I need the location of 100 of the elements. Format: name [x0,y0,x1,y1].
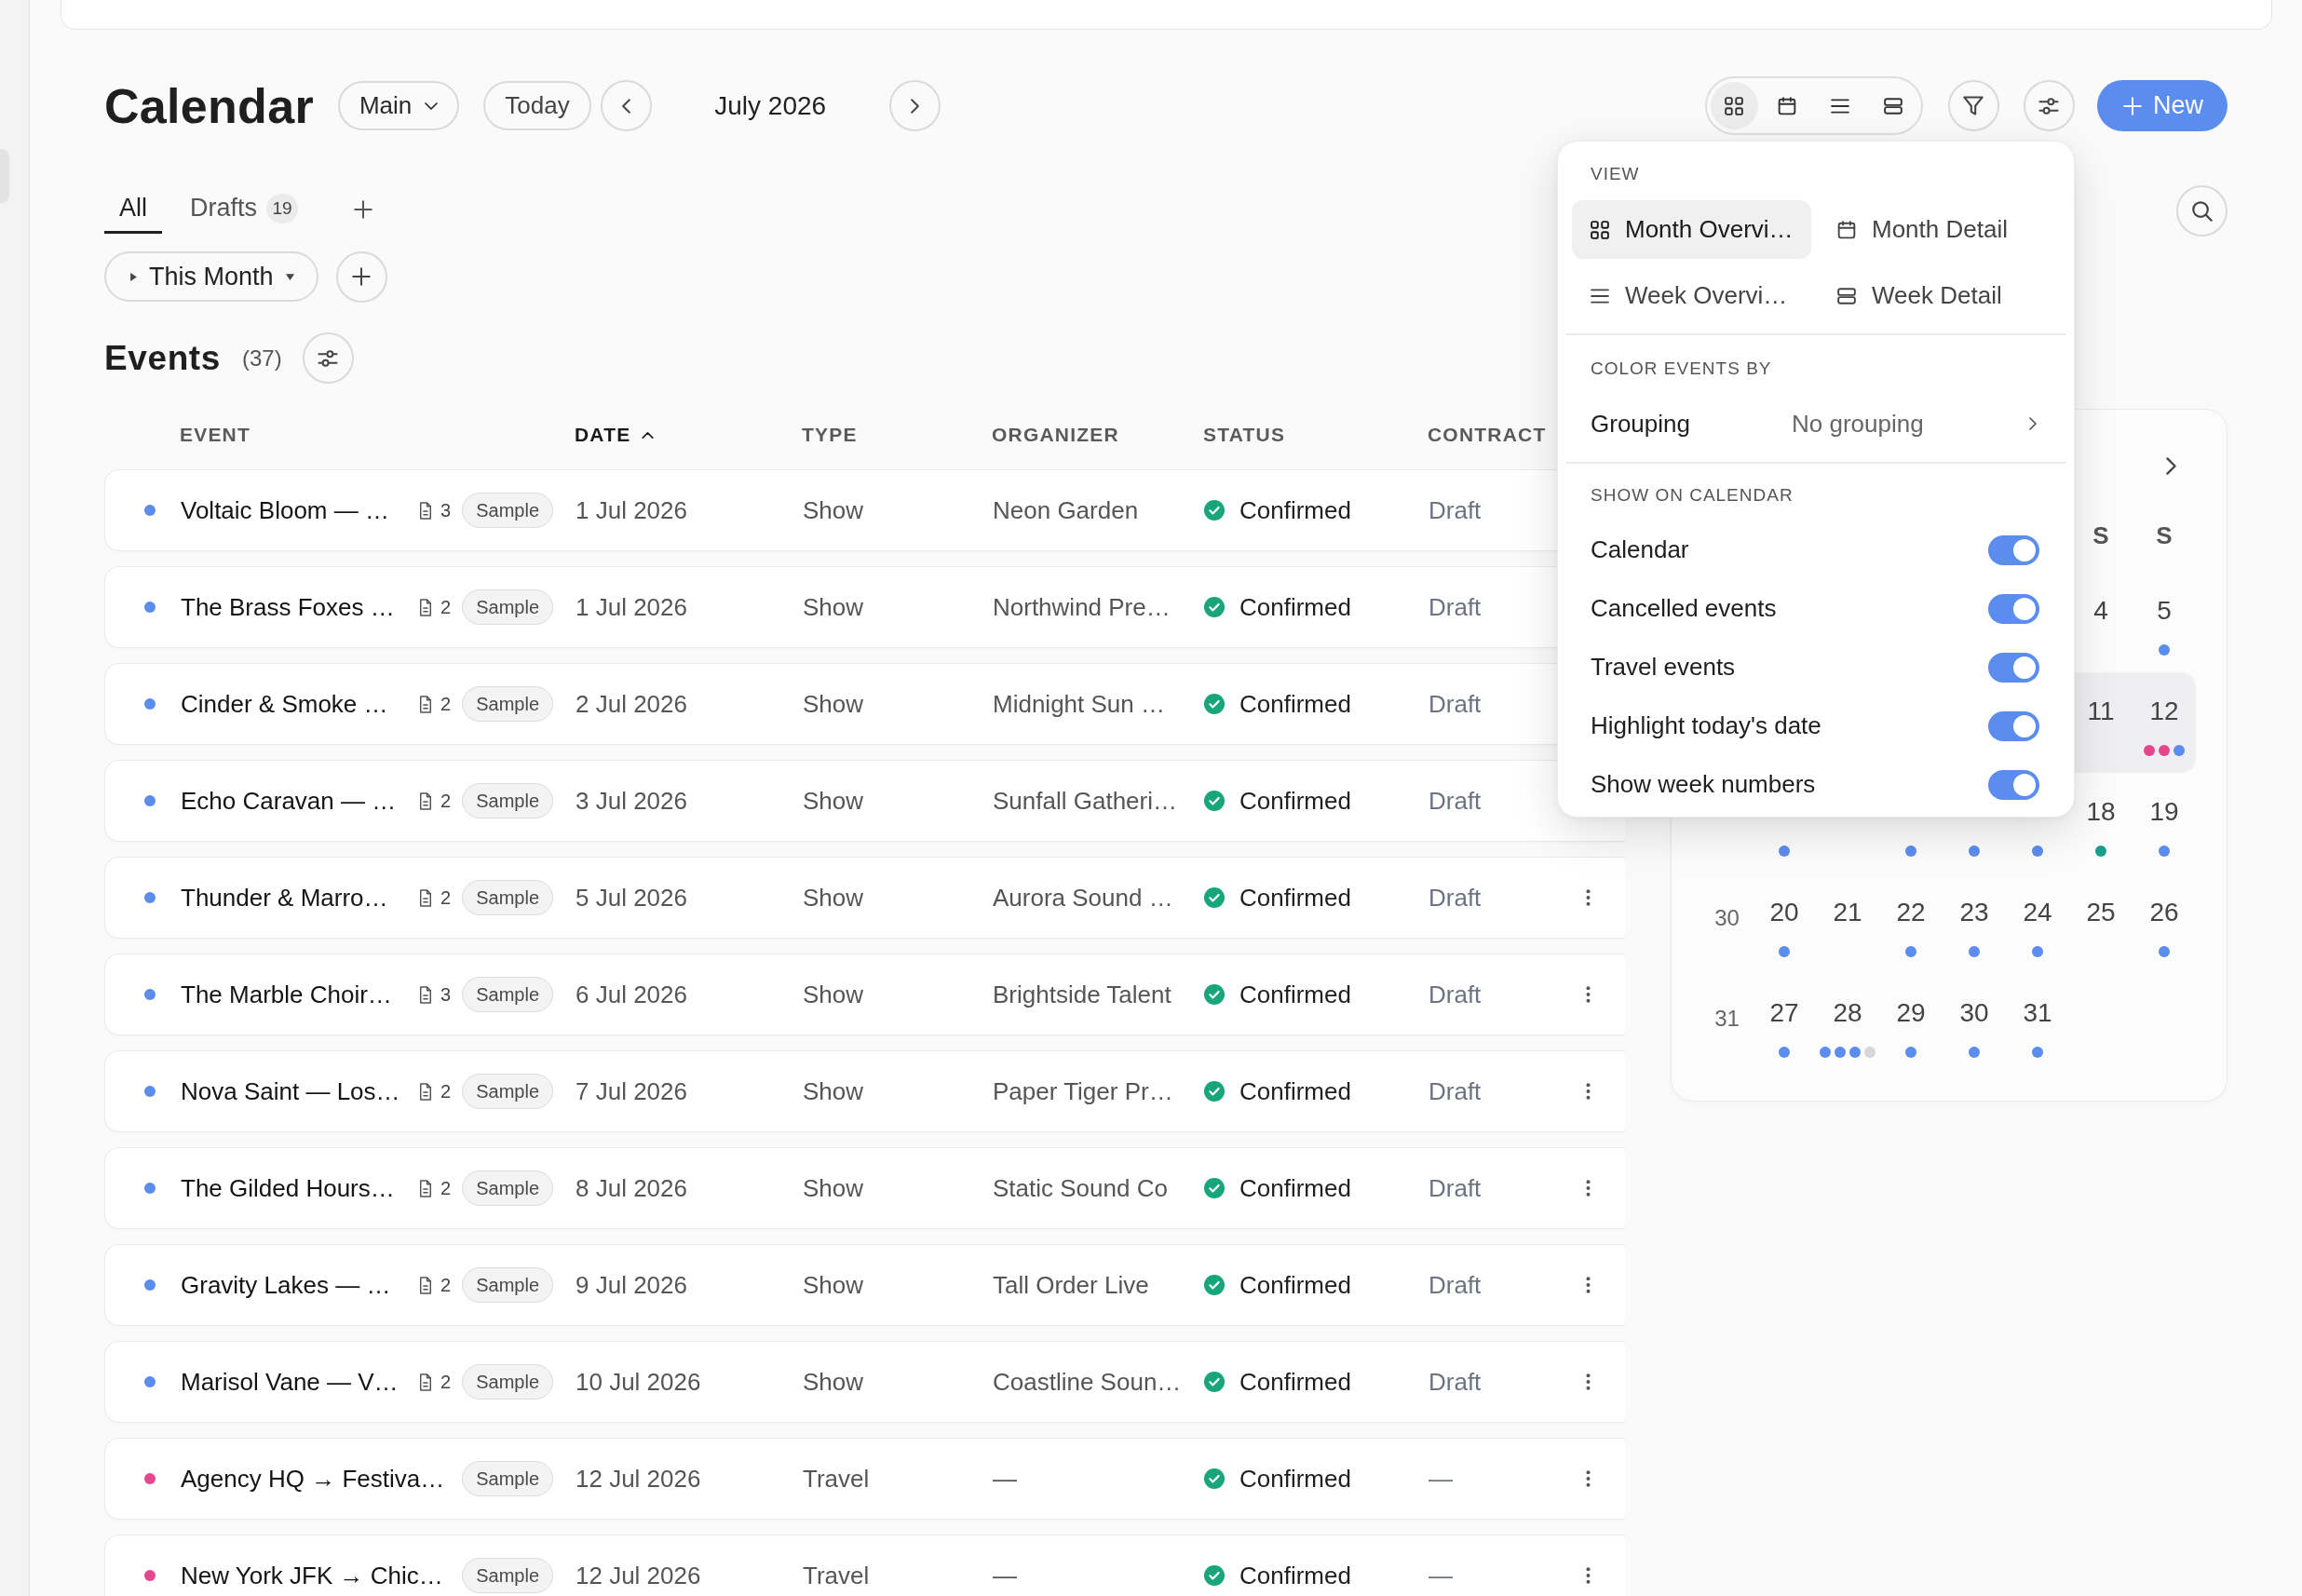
file-count: 2 [440,1080,452,1102]
event-name: The Marble Choir… [181,980,392,1009]
event-date: 3 Jul 2026 [576,786,687,816]
file-count: 3 [440,499,452,521]
sample-tag: Sample [462,1461,553,1496]
event-date: 12 Jul 2026 [576,1561,701,1590]
status-text: Confirmed [1239,786,1351,816]
organizer-name: Northwind Pre… [993,592,1171,622]
event-date: 2 Jul 2026 [576,689,687,719]
status-text: Confirmed [1239,1367,1351,1397]
status-text: Confirmed [1239,592,1351,622]
status-text: Confirmed [1239,495,1351,525]
event-type: Show [803,689,864,719]
event-date: 10 Jul 2026 [576,1367,701,1397]
organizer-name: Tall Order Live [993,1270,1149,1300]
file-count: 2 [440,1177,452,1199]
event-type: Show [803,1270,864,1300]
event-type: Show [803,786,864,816]
sample-tag: Sample [462,589,553,625]
contract-status: — [1429,1561,1453,1590]
contract-status: Draft [1429,1173,1482,1203]
week-number: 30 [1714,905,1740,931]
sample-tag: Sample [462,1267,553,1303]
event-name: Cinder & Smoke … [181,689,388,719]
event-type: Show [803,1173,864,1203]
organizer-name: Paper Tiger Pr… [993,1076,1173,1106]
contract-status: Draft [1429,786,1482,816]
event-type: Show [803,980,864,1009]
contract-status: Draft [1429,1270,1482,1300]
week-number: 31 [1714,1006,1740,1032]
organizer-name: Midnight Sun … [993,689,1165,719]
event-date: 1 Jul 2026 [576,592,687,622]
contract-status: Draft [1429,495,1482,525]
event-date: 1 Jul 2026 [576,495,687,525]
sample-tag: Sample [462,880,553,915]
event-type: Travel [803,1561,870,1590]
file-count: 2 [440,886,452,909]
contract-status: Draft [1429,689,1482,719]
sample-tag: Sample [462,1170,553,1206]
count-badge: 19 [266,193,299,223]
status-text: Confirmed [1239,1464,1351,1494]
event-type: Show [803,883,864,913]
event-name: New York JFK → Chic… [181,1561,443,1590]
organizer-name: Static Sound Co [993,1173,1168,1203]
event-name: Voltaic Bloom — … [181,495,389,525]
section-label: COLOR EVENTS BY [1591,358,1772,380]
status-text: Confirmed [1239,689,1351,719]
status-text: Confirmed [1239,1076,1351,1106]
event-date: 12 Jul 2026 [576,1464,701,1494]
file-count: 2 [440,1274,452,1296]
contract-status: Draft [1429,592,1482,622]
sample-tag: Sample [462,1364,553,1400]
event-date: 8 Jul 2026 [576,1173,687,1203]
event-date: 5 Jul 2026 [576,883,687,913]
weekday-label: S [2092,521,2109,550]
event-count: (37) [241,345,282,372]
event-date: 7 Jul 2026 [576,1076,687,1106]
sample-tag: Sample [462,1074,553,1109]
organizer-name: Aurora Sound … [993,883,1173,913]
organizer-name: — [993,1464,1017,1494]
event-name: Thunder & Marro… [181,883,388,913]
section-label: VIEW [1591,163,1640,185]
status-text: Confirmed [1239,980,1351,1009]
file-count: 2 [440,790,452,812]
event-type: Show [803,1076,864,1106]
event-type: Travel [803,1464,870,1494]
section-title: Events [104,341,221,375]
event-name: The Brass Foxes … [181,592,395,622]
event-name: The Gilded Hours… [181,1173,395,1203]
file-count: 2 [440,693,452,715]
status-text: Confirmed [1239,1173,1351,1203]
event-date: 9 Jul 2026 [576,1270,687,1300]
event-name: Marisol Vane — V… [181,1367,399,1397]
status-text: Confirmed [1239,1561,1351,1590]
event-name: Echo Caravan — … [181,786,397,816]
status-text: Confirmed [1239,1270,1351,1300]
sample-tag: Sample [462,686,553,722]
event-name: Nova Saint — Los… [181,1076,400,1106]
organizer-name: Coastline Soun… [993,1367,1182,1397]
contract-status: — [1429,1464,1453,1494]
organizer-name: — [993,1561,1017,1590]
sample-tag: Sample [462,493,553,528]
organizer-name: Sunfall Gatheri… [993,786,1177,816]
organizer-name: Brightside Talent [993,980,1171,1009]
contract-status: Draft [1429,980,1482,1009]
sample-tag: Sample [462,1558,553,1593]
contract-status: Draft [1429,1367,1482,1397]
sample-tag: Sample [462,977,553,1012]
status-text: Confirmed [1239,883,1351,913]
contract-status: Draft [1429,883,1482,913]
month-label: July 2026 [714,90,827,121]
file-count: 3 [440,983,452,1006]
event-name: Gravity Lakes — … [181,1270,391,1300]
page-title: Calendar [104,81,314,130]
file-count: 2 [440,596,452,618]
file-count: 2 [440,1371,452,1393]
event-type: Show [803,592,864,622]
event-name: Agency HQ → Festiva… [181,1464,445,1494]
event-type: Show [803,495,864,525]
weekday-label: S [2156,521,2173,550]
